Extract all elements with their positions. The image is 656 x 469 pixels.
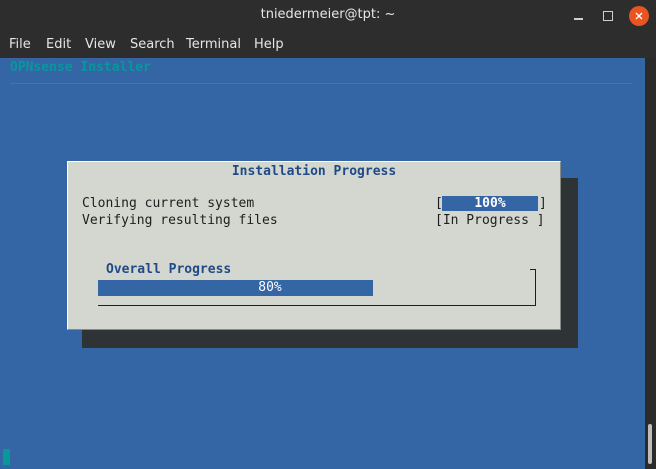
scrollbar-thumb[interactable] [648,424,652,464]
terminal-window: tniedermeier@tpt: ~ File Edit View Searc… [0,0,656,469]
menu-search[interactable]: Search [130,37,175,52]
minimize-button[interactable] [568,6,588,26]
menu-file[interactable]: File [9,37,31,52]
maximize-button[interactable] [598,6,618,26]
terminal-area[interactable]: OPNsense Installer Installation Progress… [0,58,645,469]
installer-header: OPNsense Installer [10,60,151,75]
scrollbar[interactable] [645,58,656,469]
maximize-icon [603,11,613,21]
title-bar[interactable]: tniedermeier@tpt: ~ [0,0,656,32]
progress-row-label: Cloning current system [82,196,255,211]
minimize-icon [573,18,583,20]
menu-help[interactable]: Help [254,37,284,52]
overall-progress-frame-corner [530,269,536,273]
dialog-title: Installation Progress [231,164,397,179]
installation-progress-dialog: Installation Progress Cloning current sy… [67,161,561,330]
progress-row-label: Verifying resulting files [82,213,278,228]
status-bracket-close: ] [539,196,547,211]
overall-progress-text: 80% [258,280,282,295]
header-divider [10,83,632,84]
terminal-cursor [3,449,10,465]
window-title: tniedermeier@tpt: ~ [260,7,396,22]
menu-edit[interactable]: Edit [46,37,71,52]
status-badge: 100% [442,196,538,211]
menu-view[interactable]: View [85,37,116,52]
overall-progress-label: Overall Progress [106,262,234,277]
menu-terminal[interactable]: Terminal [186,37,241,52]
menu-bar: File Edit View Search Terminal Help [0,32,656,58]
close-button[interactable] [629,6,649,26]
status-text: [In Progress ] [435,213,545,228]
close-icon [635,12,643,20]
overall-progress-bar: 80% [98,280,442,296]
